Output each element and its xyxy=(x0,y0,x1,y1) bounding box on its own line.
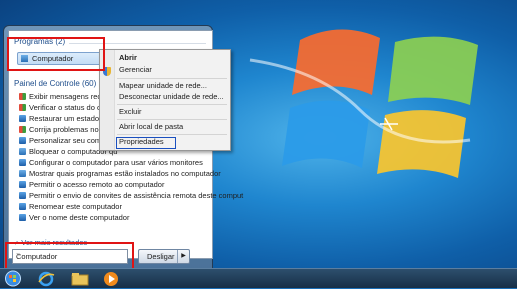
shutdown-label: Desligar xyxy=(147,252,175,261)
start-orb-icon[interactable] xyxy=(4,270,26,287)
shutdown-button[interactable]: Desligar ▶ xyxy=(138,249,190,264)
media-player-icon[interactable] xyxy=(101,270,123,287)
control-panel-header[interactable]: Painel de Controle (60) xyxy=(14,79,96,88)
menu-item-gerenciar[interactable]: Gerenciar xyxy=(119,65,152,75)
personalize-icon xyxy=(19,137,26,144)
programs-icon xyxy=(19,170,26,177)
troubleshoot-icon xyxy=(19,126,26,133)
lock-icon xyxy=(19,148,26,155)
action-center-icon xyxy=(19,93,26,100)
list-item[interactable]: Ver o nome deste computador xyxy=(19,213,129,222)
system-icon xyxy=(19,203,26,210)
action-center-icon xyxy=(19,104,26,111)
system-icon xyxy=(19,181,26,188)
menu-item-abrir-local[interactable]: Abrir local de pasta xyxy=(119,122,183,132)
menu-item-desconectar-unidade[interactable]: Desconectar unidade de rede... xyxy=(119,92,224,102)
menu-item-propriedades[interactable]: Propriedades xyxy=(119,137,164,147)
menu-separator xyxy=(117,78,227,79)
menu-separator xyxy=(117,134,227,135)
menu-item-excluir[interactable]: Excluir xyxy=(119,107,142,117)
highlight-annotation xyxy=(5,242,134,270)
menu-separator xyxy=(117,119,227,120)
menu-item-abrir[interactable]: Abrir xyxy=(119,53,137,63)
system-icon xyxy=(19,192,26,199)
list-item[interactable]: Permitir o envio de convites de assistên… xyxy=(19,191,243,200)
list-item[interactable]: Renomear este computador xyxy=(19,202,122,211)
shutdown-options-arrow-icon[interactable]: ▶ xyxy=(177,250,189,263)
list-item[interactable]: Mostrar quais programas estão instalados… xyxy=(19,169,221,178)
list-item[interactable]: Configurar o computador para usar vários… xyxy=(19,158,203,167)
menu-separator xyxy=(117,104,227,105)
taskbar xyxy=(0,268,517,288)
menu-item-mapear-unidade[interactable]: Mapear unidade de rede... xyxy=(119,81,207,91)
list-item[interactable]: Permitir o acesso remoto ao computador xyxy=(19,180,164,189)
restore-icon xyxy=(19,115,26,122)
internet-explorer-icon[interactable] xyxy=(36,270,58,287)
display-icon xyxy=(19,159,26,166)
highlight-annotation xyxy=(7,37,105,71)
system-icon xyxy=(19,214,26,221)
context-menu: Abrir Gerenciar Mapear unidade de rede..… xyxy=(99,49,231,151)
folder-icon[interactable] xyxy=(70,270,92,287)
